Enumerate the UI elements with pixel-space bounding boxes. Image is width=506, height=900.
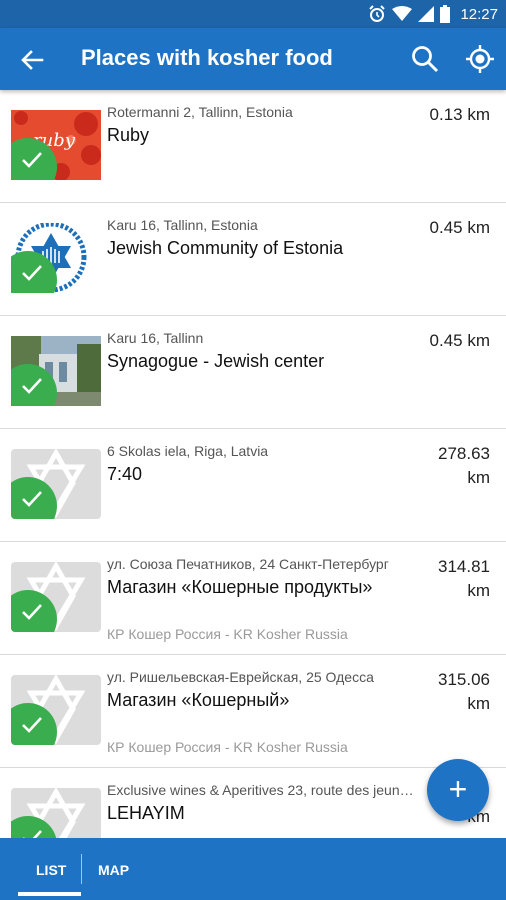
- place-name: Jewish Community of Estonia: [107, 238, 344, 258]
- place-distance: 314.81 km: [438, 557, 490, 600]
- places-list[interactable]: ruby Rotermanni 2, Tallinn, Estonia Ruby…: [0, 90, 506, 838]
- community-logo-thumbnail: [11, 223, 101, 293]
- place-address: ул. Союза Печатников, 24 Санкт-Петербург: [107, 556, 389, 572]
- tab-selected-indicator: [18, 892, 81, 896]
- list-item[interactable]: 6 Skolas iela, Riga, Latvia 7:40 278.63 k…: [0, 429, 506, 542]
- bottom-tab-bar: LIST MAP: [0, 838, 506, 900]
- check-icon: [23, 830, 42, 838]
- place-certifier: КР Кошер Россия - KR Kosher Russia: [107, 626, 348, 642]
- page-title: Places with kosher food: [81, 45, 333, 70]
- place-name: Synagogue - Jewish center: [107, 351, 325, 371]
- my-location-icon[interactable]: [465, 44, 495, 74]
- tab-divider: [81, 854, 82, 884]
- tab-map[interactable]: MAP: [98, 862, 129, 878]
- place-address: Rotermanni 2, Tallinn, Estonia: [107, 104, 293, 120]
- alarm-icon: [369, 5, 386, 22]
- plus-icon: +: [448, 771, 468, 807]
- status-icons: 12:27: [368, 4, 498, 24]
- place-distance: 0.45 km: [429, 331, 490, 350]
- arrow-left-icon[interactable]: [18, 46, 46, 74]
- place-distance: 0.45 km: [429, 218, 490, 237]
- tab-list[interactable]: LIST: [36, 862, 66, 878]
- battery-icon: [440, 5, 451, 23]
- list-item[interactable]: ул. Ришельевская-Еврейская, 25 Одесса Ма…: [0, 655, 506, 768]
- place-distance: 315.06 km: [438, 670, 490, 713]
- place-address: Karu 16, Tallinn, Estonia: [107, 217, 258, 233]
- place-name: Ruby: [107, 125, 150, 145]
- placeholder-thumbnail: [11, 449, 101, 519]
- wifi-icon: [392, 6, 413, 21]
- check-icon: [22, 491, 42, 507]
- signal-icon: [418, 6, 435, 22]
- check-icon: [22, 604, 42, 620]
- place-name: Магазин «Кошерный»: [107, 690, 290, 710]
- list-item[interactable]: ул. Союза Печатников, 24 Санкт-Петербург…: [0, 542, 506, 655]
- place-name: Магазин «Кошерные продукты»: [107, 577, 373, 597]
- search-icon[interactable]: [410, 44, 440, 74]
- status-bar: 12:27: [0, 0, 506, 28]
- place-address: ул. Ришельевская-Еврейская, 25 Одесса: [107, 669, 374, 685]
- place-certifier: КР Кошер Россия - KR Kosher Russia: [107, 739, 348, 755]
- check-icon: [22, 265, 42, 281]
- place-name: LEHAYIM: [107, 803, 185, 823]
- place-address: Karu 16, Tallinn: [107, 330, 204, 346]
- check-icon: [22, 717, 42, 733]
- app-bar: Places with kosher food: [0, 28, 506, 90]
- placeholder-thumbnail: [11, 562, 101, 632]
- place-name: 7:40: [107, 464, 143, 484]
- place-distance: 278.63 km: [438, 444, 490, 487]
- place-distance: 0.13 km: [429, 105, 490, 124]
- list-item[interactable]: Karu 16, Tallinn, Estonia Jewish Communi…: [0, 203, 506, 316]
- check-icon: [22, 152, 42, 168]
- synagogue-photo-thumbnail: [11, 336, 101, 406]
- placeholder-thumbnail: [11, 675, 101, 745]
- add-place-button[interactable]: +: [427, 759, 489, 821]
- check-icon: [22, 378, 42, 394]
- place-address: Exclusive wines & Aperitives 23, route d…: [107, 782, 414, 798]
- list-item[interactable]: ruby Rotermanni 2, Tallinn, Estonia Ruby…: [0, 90, 506, 203]
- status-time: 12:27: [460, 5, 498, 23]
- list-item[interactable]: Karu 16, Tallinn Synagogue - Jewish cent…: [0, 316, 506, 429]
- ruby-logo-thumbnail: ruby: [11, 110, 101, 180]
- place-address: 6 Skolas iela, Riga, Latvia: [107, 443, 269, 459]
- placeholder-thumbnail: [11, 788, 101, 838]
